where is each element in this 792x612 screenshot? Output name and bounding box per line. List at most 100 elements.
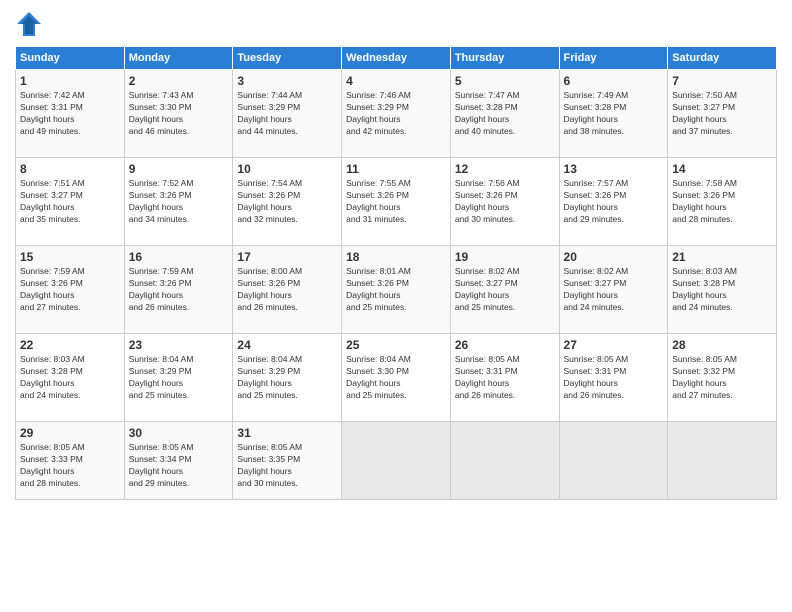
day-info: Sunrise: 7:59 AMSunset: 3:26 PMDaylight … <box>20 266 120 314</box>
day-info: Sunrise: 7:44 AMSunset: 3:29 PMDaylight … <box>237 90 337 138</box>
calendar-table: SundayMondayTuesdayWednesdayThursdayFrid… <box>15 46 777 500</box>
page: SundayMondayTuesdayWednesdayThursdayFrid… <box>0 0 792 612</box>
day-number: 3 <box>237 74 337 88</box>
day-info: Sunrise: 7:54 AMSunset: 3:26 PMDaylight … <box>237 178 337 226</box>
day-info: Sunrise: 7:42 AMSunset: 3:31 PMDaylight … <box>20 90 120 138</box>
empty-cell <box>450 422 559 500</box>
day-number: 31 <box>237 426 337 440</box>
day-number: 30 <box>129 426 229 440</box>
calendar-day-29: 29Sunrise: 8:05 AMSunset: 3:33 PMDayligh… <box>16 422 125 500</box>
day-info: Sunrise: 7:59 AMSunset: 3:26 PMDaylight … <box>129 266 229 314</box>
weekday-header-monday: Monday <box>124 47 233 70</box>
calendar-day-10: 10 Sunrise: 7:54 AMSunset: 3:26 PMDayligh… <box>233 158 342 246</box>
calendar-day-21: 21 Sunrise: 8:03 AMSunset: 3:28 PMDayligh… <box>668 246 777 334</box>
day-info: Sunrise: 8:05 AMSunset: 3:32 PMDaylight … <box>672 354 772 402</box>
calendar-day-24: 24 Sunrise: 8:04 AMSunset: 3:29 PMDayligh… <box>233 334 342 422</box>
calendar-day-11: 11 Sunrise: 7:55 AMSunset: 3:26 PMDayligh… <box>342 158 451 246</box>
day-info: Sunrise: 7:56 AMSunset: 3:26 PMDaylight … <box>455 178 555 226</box>
day-number: 5 <box>455 74 555 88</box>
logo-icon <box>15 10 43 38</box>
calendar-day-7: 7 Sunrise: 7:50 AMSunset: 3:27 PMDaylight… <box>668 70 777 158</box>
day-info: Sunrise: 8:04 AMSunset: 3:29 PMDaylight … <box>129 354 229 402</box>
calendar-day-8: 8Sunrise: 7:51 AMSunset: 3:27 PMDaylight… <box>16 158 125 246</box>
weekday-header-saturday: Saturday <box>668 47 777 70</box>
calendar-day-9: 9Sunrise: 7:52 AMSunset: 3:26 PMDaylight… <box>124 158 233 246</box>
calendar-day-1: 1 Sunrise: 7:42 AMSunset: 3:31 PMDaylight… <box>16 70 125 158</box>
weekday-header-friday: Friday <box>559 47 668 70</box>
day-info: Sunrise: 7:50 AMSunset: 3:27 PMDaylight … <box>672 90 772 138</box>
day-info: Sunrise: 7:55 AMSunset: 3:26 PMDaylight … <box>346 178 446 226</box>
calendar-day-26: 26 Sunrise: 8:05 AMSunset: 3:31 PMDayligh… <box>450 334 559 422</box>
day-number: 4 <box>346 74 446 88</box>
logo <box>15 10 47 38</box>
calendar-day-6: 6Sunrise: 7:49 AMSunset: 3:28 PMDaylight… <box>559 70 668 158</box>
day-number: 23 <box>129 338 229 352</box>
calendar-day-31: 31 Sunrise: 8:05 AMSunset: 3:35 PMDayligh… <box>233 422 342 500</box>
weekday-header-thursday: Thursday <box>450 47 559 70</box>
calendar-day-25: 25 Sunrise: 8:04 AMSunset: 3:30 PMDayligh… <box>342 334 451 422</box>
day-info: Sunrise: 8:05 AMSunset: 3:31 PMDaylight … <box>455 354 555 402</box>
day-info: Sunrise: 8:03 AMSunset: 3:28 PMDaylight … <box>20 354 120 402</box>
empty-cell <box>668 422 777 500</box>
calendar-day-20: 20 Sunrise: 8:02 AMSunset: 3:27 PMDayligh… <box>559 246 668 334</box>
day-number: 27 <box>564 338 664 352</box>
calendar-day-4: 4 Sunrise: 7:46 AMSunset: 3:29 PMDaylight… <box>342 70 451 158</box>
day-number: 20 <box>564 250 664 264</box>
day-number: 13 <box>564 162 664 176</box>
day-number: 1 <box>20 74 120 88</box>
calendar-week-2: 8Sunrise: 7:51 AMSunset: 3:27 PMDaylight… <box>16 158 777 246</box>
day-number: 26 <box>455 338 555 352</box>
calendar-day-23: 23 Sunrise: 8:04 AMSunset: 3:29 PMDayligh… <box>124 334 233 422</box>
day-number: 22 <box>20 338 120 352</box>
day-info: Sunrise: 8:02 AMSunset: 3:27 PMDaylight … <box>564 266 664 314</box>
day-number: 11 <box>346 162 446 176</box>
calendar-day-12: 12 Sunrise: 7:56 AMSunset: 3:26 PMDayligh… <box>450 158 559 246</box>
day-info: Sunrise: 8:05 AMSunset: 3:34 PMDaylight … <box>129 442 229 490</box>
day-info: Sunrise: 8:04 AMSunset: 3:30 PMDaylight … <box>346 354 446 402</box>
day-info: Sunrise: 7:58 AMSunset: 3:26 PMDaylight … <box>672 178 772 226</box>
empty-cell <box>559 422 668 500</box>
day-number: 12 <box>455 162 555 176</box>
calendar-day-5: 5 Sunrise: 7:47 AMSunset: 3:28 PMDaylight… <box>450 70 559 158</box>
day-info: Sunrise: 8:05 AMSunset: 3:31 PMDaylight … <box>564 354 664 402</box>
day-info: Sunrise: 8:03 AMSunset: 3:28 PMDaylight … <box>672 266 772 314</box>
day-number: 8 <box>20 162 120 176</box>
day-number: 19 <box>455 250 555 264</box>
day-number: 15 <box>20 250 120 264</box>
day-number: 2 <box>129 74 229 88</box>
calendar-day-14: 14 Sunrise: 7:58 AMSunset: 3:26 PMDayligh… <box>668 158 777 246</box>
calendar-day-15: 15 Sunrise: 7:59 AMSunset: 3:26 PMDayligh… <box>16 246 125 334</box>
calendar-week-3: 15 Sunrise: 7:59 AMSunset: 3:26 PMDayligh… <box>16 246 777 334</box>
day-info: Sunrise: 8:04 AMSunset: 3:29 PMDaylight … <box>237 354 337 402</box>
calendar-week-4: 22 Sunrise: 8:03 AMSunset: 3:28 PMDayligh… <box>16 334 777 422</box>
day-info: Sunrise: 7:57 AMSunset: 3:26 PMDaylight … <box>564 178 664 226</box>
calendar-day-16: 16 Sunrise: 7:59 AMSunset: 3:26 PMDayligh… <box>124 246 233 334</box>
weekday-header-wednesday: Wednesday <box>342 47 451 70</box>
day-info: Sunrise: 7:46 AMSunset: 3:29 PMDaylight … <box>346 90 446 138</box>
day-number: 24 <box>237 338 337 352</box>
header <box>15 10 777 38</box>
calendar-day-17: 17 Sunrise: 8:00 AMSunset: 3:26 PMDayligh… <box>233 246 342 334</box>
day-number: 17 <box>237 250 337 264</box>
day-info: Sunrise: 8:00 AMSunset: 3:26 PMDaylight … <box>237 266 337 314</box>
day-number: 10 <box>237 162 337 176</box>
day-number: 25 <box>346 338 446 352</box>
day-info: Sunrise: 8:05 AMSunset: 3:35 PMDaylight … <box>237 442 337 490</box>
calendar-week-5: 29Sunrise: 8:05 AMSunset: 3:33 PMDayligh… <box>16 422 777 500</box>
day-number: 18 <box>346 250 446 264</box>
weekday-header-tuesday: Tuesday <box>233 47 342 70</box>
calendar-day-30: 30 Sunrise: 8:05 AMSunset: 3:34 PMDayligh… <box>124 422 233 500</box>
day-number: 14 <box>672 162 772 176</box>
day-number: 16 <box>129 250 229 264</box>
empty-cell <box>342 422 451 500</box>
day-number: 7 <box>672 74 772 88</box>
day-number: 21 <box>672 250 772 264</box>
calendar-header-row: SundayMondayTuesdayWednesdayThursdayFrid… <box>16 47 777 70</box>
day-info: Sunrise: 7:52 AMSunset: 3:26 PMDaylight … <box>129 178 229 226</box>
day-info: Sunrise: 7:49 AMSunset: 3:28 PMDaylight … <box>564 90 664 138</box>
calendar-day-28: 28Sunrise: 8:05 AMSunset: 3:32 PMDayligh… <box>668 334 777 422</box>
calendar-day-3: 3 Sunrise: 7:44 AMSunset: 3:29 PMDaylight… <box>233 70 342 158</box>
day-info: Sunrise: 8:02 AMSunset: 3:27 PMDaylight … <box>455 266 555 314</box>
day-info: Sunrise: 7:43 AMSunset: 3:30 PMDaylight … <box>129 90 229 138</box>
day-info: Sunrise: 7:47 AMSunset: 3:28 PMDaylight … <box>455 90 555 138</box>
